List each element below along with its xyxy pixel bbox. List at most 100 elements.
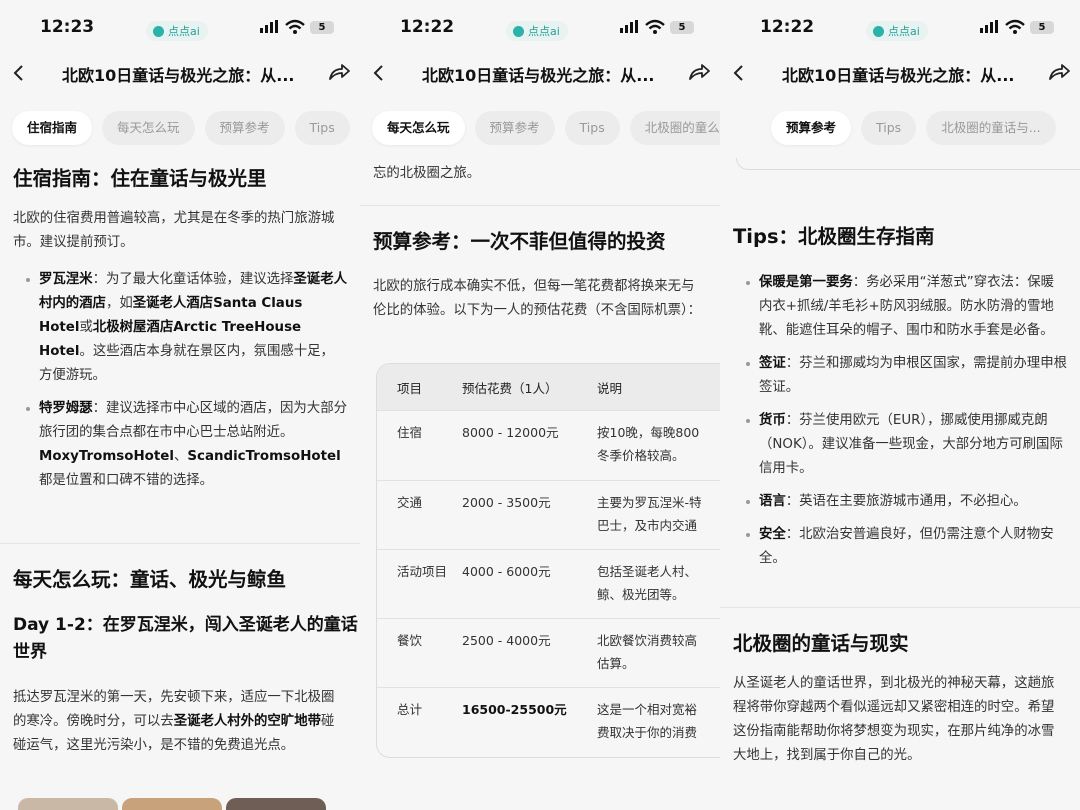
app-pill[interactable]: 点点ai bbox=[146, 21, 208, 41]
budget-section: 预算参考：一次不菲但值得的投资 北欧的旅行成本确实不低，但每一笔花费都将换来无与… bbox=[360, 225, 720, 323]
table-row: 住宿 8000 - 12000元 按10晚，每晚800 冬季价格较高。 bbox=[377, 410, 720, 480]
cell-cost: 16500-25500元 bbox=[462, 702, 567, 717]
list-item: 保暖是第一要务：务必采用“洋葱式”穿衣法：保暖内衣+抓绒/羊毛衫+防风羽绒服。防… bbox=[746, 271, 1067, 343]
nav-bar: 北欧10日童话与极光之旅：从... bbox=[0, 56, 360, 90]
app-logo-icon bbox=[873, 25, 884, 37]
back-arrow-icon[interactable] bbox=[8, 60, 32, 86]
paragraph: 忘的北极圈之旅。 bbox=[373, 166, 481, 181]
battery-icon: 5 bbox=[1030, 21, 1054, 34]
app-pill-label: 点点ai bbox=[888, 25, 920, 38]
tab-arctic[interactable]: 北极圈的童话与... bbox=[926, 111, 1056, 145]
photo-thumb[interactable] bbox=[18, 798, 118, 810]
back-arrow-icon[interactable] bbox=[368, 60, 392, 86]
section-title: 预算参考：一次不菲但值得的投资 bbox=[373, 230, 666, 253]
battery-icon: 5 bbox=[310, 21, 334, 34]
tab-tips[interactable]: Tips bbox=[564, 111, 620, 145]
table-row: 交通 2000 - 3500元 主要为罗瓦涅米-特 巴士，及市内交通 bbox=[377, 480, 720, 549]
tab-daily[interactable]: 每天怎么玩 bbox=[372, 111, 465, 145]
app-pill[interactable]: 点点ai bbox=[506, 21, 568, 41]
status-time: 12:22 bbox=[400, 17, 455, 37]
signal-icon bbox=[980, 20, 998, 33]
battery-icon: 5 bbox=[670, 21, 694, 34]
cell-item: 活动项目 bbox=[397, 564, 448, 579]
app-logo-icon bbox=[153, 25, 164, 37]
app-pill-label: 点点ai bbox=[528, 25, 560, 38]
section-tabs: 预算参考 Tips 北极圈的童话与... bbox=[771, 111, 1056, 147]
tab-budget[interactable]: 预算参考 bbox=[204, 111, 285, 145]
reality-section: 北极圈的童话与现实 从圣诞老人的童话世界，到北极光的神秘天幕，这趟旅程将带你穿越… bbox=[720, 627, 1080, 768]
list-item: 语言：英语在主要旅游城市通用，不必担心。 bbox=[746, 490, 1067, 514]
cell-note: 这是一个相对宽裕 费取决于你的消费 bbox=[597, 702, 698, 740]
cell-cost: 2500 - 4000元 bbox=[462, 633, 551, 648]
cell-note: 按10晚，每晚800 冬季价格较高。 bbox=[597, 425, 700, 463]
cell-item: 总计 bbox=[397, 702, 423, 717]
cell-cost: 8000 - 12000元 bbox=[462, 425, 559, 440]
page-title: 北欧10日童话与极光之旅：从... bbox=[422, 66, 655, 85]
table-bottom-edge bbox=[736, 158, 1080, 170]
cell-item: 住宿 bbox=[397, 425, 423, 440]
cell-item: 交通 bbox=[397, 495, 423, 510]
page-title: 北欧10日童话与极光之旅：从... bbox=[62, 66, 295, 85]
section-title: 每天怎么玩：童话、极光与鲸鱼 bbox=[13, 568, 287, 591]
cell-note: 包括圣诞老人村、 鲸、极光团等。 bbox=[597, 564, 698, 602]
nav-bar: 北欧10日童话与极光之旅：从... bbox=[360, 56, 720, 90]
back-arrow-icon[interactable] bbox=[728, 60, 752, 86]
tab-daily[interactable]: 每天怎么玩 bbox=[102, 111, 195, 145]
tab-lodging[interactable]: 住宿指南 bbox=[12, 111, 93, 145]
table-header: 项目 预估花费（1人） 说明 bbox=[377, 364, 720, 410]
screenshot-panel-3: 12:22 点点ai 5 北欧10日童话与极光之旅：从... 预算参考 Tips… bbox=[720, 0, 1080, 810]
tab-tips[interactable]: Tips bbox=[294, 111, 350, 145]
photo-strip bbox=[18, 798, 326, 810]
section-title: 住宿指南：住在童话与极光里 bbox=[13, 167, 267, 190]
app-pill-label: 点点ai bbox=[168, 25, 200, 38]
signal-icon bbox=[260, 20, 278, 33]
table-row: 总计 16500-25500元 这是一个相对宽裕 费取决于你的消费 bbox=[377, 687, 720, 757]
wifi-icon bbox=[285, 19, 305, 34]
share-icon[interactable] bbox=[1046, 59, 1072, 85]
photo-thumb[interactable] bbox=[226, 798, 326, 810]
tab-arctic[interactable]: 北极圈的童么玩 bbox=[629, 111, 720, 145]
cell-cost: 4000 - 6000元 bbox=[462, 564, 551, 579]
list-item: 安全：北欧治安普遍良好，但仍需注意个人财物安全。 bbox=[746, 523, 1067, 571]
day-title: Day 1-2：在罗瓦涅米，闯入圣诞老人的童话世界 bbox=[13, 615, 358, 662]
tab-budget[interactable]: 预算参考 bbox=[771, 111, 852, 145]
status-bar: 12:22 点点ai 5 bbox=[360, 0, 720, 50]
budget-table: 项目 预估花费（1人） 说明 住宿 8000 - 12000元 按10晚，每晚8… bbox=[376, 363, 720, 758]
paragraph: 北欧的旅行成本确实不低，但每一笔花费都将换来无与伦比的体验。以下为一人的预估花费… bbox=[373, 279, 702, 318]
daily-section: 每天怎么玩：童话、极光与鲸鱼 Day 1-2：在罗瓦涅米，闯入圣诞老人的童话世界… bbox=[0, 563, 360, 758]
share-icon[interactable] bbox=[326, 59, 352, 85]
wifi-icon bbox=[1005, 19, 1025, 34]
cell-cost: 2000 - 3500元 bbox=[462, 495, 551, 510]
status-time: 12:23 bbox=[40, 17, 95, 37]
list-item: 签证：芬兰和挪威均为申根区国家，需提前办理申根签证。 bbox=[746, 352, 1067, 400]
tab-tips[interactable]: Tips bbox=[861, 111, 917, 145]
cell-item: 餐饮 bbox=[397, 633, 423, 648]
column-header: 预估花费（1人） bbox=[462, 380, 558, 396]
lodging-list: 罗瓦涅米：为了最大化童话体验，建议选择圣诞老人村内的酒店，如圣诞老人酒店Sant… bbox=[0, 268, 360, 493]
tips-list: 保暖是第一要务：务必采用“洋葱式”穿衣法：保暖内衣+抓绒/羊毛衫+防风羽绒服。防… bbox=[720, 271, 1080, 571]
app-logo-icon bbox=[513, 25, 524, 37]
lodging-section: 住宿指南：住在童话与极光里 北欧的住宿费用普遍较高，尤其是在冬季的热门旅游城市。… bbox=[0, 162, 360, 502]
status-bar: 12:23 点点ai 5 bbox=[0, 0, 360, 50]
section-tabs: 住宿指南 每天怎么玩 预算参考 Tips bbox=[12, 111, 350, 147]
list-item: 罗瓦涅米：为了最大化童话体验，建议选择圣诞老人村内的酒店，如圣诞老人酒店Sant… bbox=[26, 268, 347, 388]
list-item: 货币：芬兰使用欧元（EUR），挪威使用挪威克朗（NOK）。建议准备一些现金，大部… bbox=[746, 409, 1067, 481]
cell-note: 主要为罗瓦涅米-特 巴士，及市内交通 bbox=[597, 495, 702, 533]
column-header: 项目 bbox=[397, 380, 423, 396]
paragraph: 抵达罗瓦涅米的第一天，先安顿下来，适应一下北极圈的寒冷。傍晚时分，可以去圣诞老人… bbox=[13, 690, 335, 753]
list-item: 特罗姆瑟：建议选择市中心区域的酒店，因为大部分旅行团的集合点都在市中心巴士总站附… bbox=[26, 397, 347, 493]
wifi-icon bbox=[645, 19, 665, 34]
section-title: 北极圈的童话与现实 bbox=[733, 632, 909, 655]
app-pill[interactable]: 点点ai bbox=[866, 21, 928, 41]
prev-section-tail: 忘的北极圈之旅。 bbox=[360, 162, 720, 186]
divider bbox=[0, 543, 360, 544]
screenshot-panel-1: 12:23 点点ai 5 北欧10日童话与极光之旅：从... 住宿指南 每天怎么… bbox=[0, 0, 360, 810]
table-row: 餐饮 2500 - 4000元 北欧餐饮消费较高 估算。 bbox=[377, 618, 720, 687]
page-title: 北欧10日童话与极光之旅：从... bbox=[782, 66, 1015, 85]
paragraph: 从圣诞老人的童话世界，到北极光的神秘天幕，这趟旅程将带你穿越两个看似遥远却又紧密… bbox=[733, 676, 1055, 763]
divider bbox=[360, 205, 720, 206]
photo-thumb[interactable] bbox=[122, 798, 222, 810]
share-icon[interactable] bbox=[686, 59, 712, 85]
screenshot-panel-2: 12:22 点点ai 5 北欧10日童话与极光之旅：从... 每天怎么玩 预算参… bbox=[360, 0, 720, 810]
tab-budget[interactable]: 预算参考 bbox=[474, 111, 555, 145]
